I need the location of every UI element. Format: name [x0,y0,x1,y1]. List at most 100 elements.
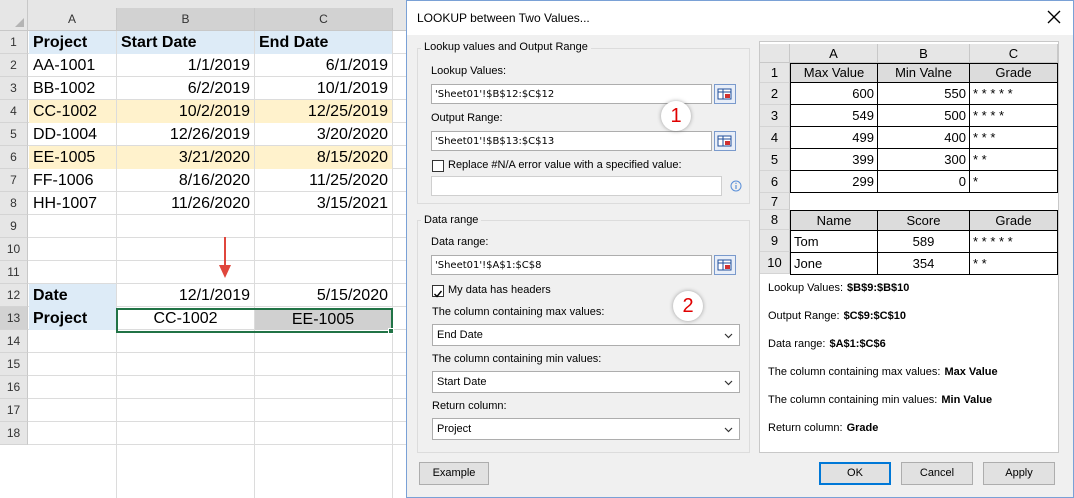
arrow-down-icon [219,237,231,278]
row-header[interactable]: 10 [0,238,28,261]
table-cell[interactable]: 12/26/2019 [117,123,254,146]
preview-table-cell: * * * [969,126,1058,149]
row-header[interactable]: 4 [0,100,28,123]
row-header[interactable]: 3 [0,77,28,100]
data-range-field[interactable] [431,255,712,275]
ok-button[interactable]: OK [819,462,891,485]
row-header[interactable]: 17 [0,399,28,422]
preview-table-cell: * * [969,148,1058,171]
range-select-icon [717,88,732,100]
min-column-value: Start Date [437,376,487,388]
lookup-values-label: Lookup Values: [431,65,507,77]
table-header-cell[interactable]: Start Date [117,31,254,54]
range-select-button[interactable] [714,84,736,104]
header-strip [28,0,420,8]
range-select-button[interactable] [714,131,736,151]
table-cell-highlighted[interactable]: 8/15/2020 [255,146,392,169]
spreadsheet: A B C 1 2 3 4 5 6 7 8 9 10 11 12 13 14 1… [0,0,420,498]
table-cell[interactable]: 6/1/2019 [255,54,392,77]
row-header[interactable]: 18 [0,422,28,445]
gridline [28,375,420,376]
table-cell[interactable]: FF-1006 [29,169,116,192]
table-cell[interactable]: DD-1004 [29,123,116,146]
min-column-select[interactable]: Start Date [432,371,740,393]
row-header[interactable]: 14 [0,330,28,353]
preview-note: Return column: Grade [768,422,879,434]
replace-na-checkbox[interactable] [432,160,444,172]
fill-handle[interactable] [388,328,394,334]
preview-table-cell: Jone [790,252,878,275]
data-range-input[interactable] [435,256,711,275]
row-header[interactable]: 11 [0,261,28,284]
preview-row-header: 1 [760,63,790,83]
range-select-icon [717,259,732,271]
preview-row-header: 9 [760,230,790,252]
example-button[interactable]: Example [419,462,489,485]
close-icon[interactable] [1047,10,1061,24]
table-cell-highlighted[interactable]: 10/2/2019 [117,100,254,123]
step-badge-1: 1 [661,101,691,131]
row-header[interactable]: 2 [0,54,28,77]
row-header[interactable]: 8 [0,192,28,215]
replace-value-field[interactable] [431,176,722,196]
date-value-cell[interactable]: 12/1/2019 [117,284,254,307]
output-range-input[interactable] [435,132,711,151]
table-cell[interactable]: 11/26/2020 [117,192,254,215]
table-cell-highlighted[interactable]: 12/25/2019 [255,100,392,123]
table-cell[interactable]: AA-1001 [29,54,116,77]
preview-row-header: 3 [760,105,790,127]
row-header[interactable]: 1 [0,31,28,54]
table-cell-highlighted[interactable]: 3/21/2020 [117,146,254,169]
return-column-select[interactable]: Project [432,418,740,440]
table-cell[interactable]: BB-1002 [29,77,116,100]
preview-table-cell: 0 [877,170,970,193]
row-header[interactable]: 13 [0,307,28,330]
table-header-cell[interactable]: Project [29,31,116,54]
project-label-cell[interactable]: Project [29,307,116,330]
gridline [28,352,420,353]
table-header-cell[interactable]: End Date [255,31,392,54]
cancel-button[interactable]: Cancel [901,462,973,485]
row-header[interactable]: 6 [0,146,28,169]
min-column-label: The column containing min values: [432,353,602,365]
info-icon[interactable] [730,180,742,192]
preview-column-header: C [970,44,1058,63]
max-column-select[interactable]: End Date [432,324,740,346]
row-header[interactable]: 7 [0,169,28,192]
table-cell[interactable]: HH-1007 [29,192,116,215]
output-range-field[interactable] [431,131,712,151]
table-cell[interactable]: 11/25/2020 [255,169,392,192]
row-header[interactable]: 16 [0,376,28,399]
row-header[interactable]: 9 [0,215,28,238]
select-all-corner[interactable] [0,0,28,31]
column-header-a[interactable]: A [28,8,117,31]
preview-table-header: Grade [969,210,1058,231]
replace-value-input[interactable] [435,177,721,196]
headers-checkbox[interactable] [432,285,444,298]
title-bar[interactable]: LOOKUP between Two Values... [407,1,1073,35]
data-range-group-title: Data range [421,214,482,226]
preview-table-cell: Tom [790,230,878,253]
range-select-button[interactable] [714,255,736,275]
column-header-b[interactable]: B [117,8,255,31]
row-header[interactable]: 15 [0,353,28,376]
table-cell[interactable]: 3/15/2021 [255,192,392,215]
table-cell-highlighted[interactable]: EE-1005 [29,146,116,169]
date-value-cell[interactable]: 5/15/2020 [255,284,392,307]
table-cell[interactable]: 10/1/2019 [255,77,392,100]
apply-button[interactable]: Apply [983,462,1055,485]
preview-table-header: Grade [969,63,1058,83]
table-cell[interactable]: 6/2/2019 [117,77,254,100]
row-header[interactable]: 5 [0,123,28,146]
row-header[interactable]: 12 [0,284,28,307]
table-cell-highlighted[interactable]: CC-1002 [29,100,116,123]
table-cell[interactable]: 3/20/2020 [255,123,392,146]
preview-note: Lookup Values: $B$9:$B$10 [768,282,910,294]
date-label-cell[interactable]: Date [29,284,116,307]
table-cell[interactable]: 1/1/2019 [117,54,254,77]
preview-note: Data range: $A$1:$C$6 [768,338,886,350]
table-cell[interactable]: 8/16/2020 [117,169,254,192]
column-header-c[interactable]: C [255,8,393,31]
preview-row-header: 5 [760,149,790,171]
lookup-values-input[interactable] [435,85,711,104]
